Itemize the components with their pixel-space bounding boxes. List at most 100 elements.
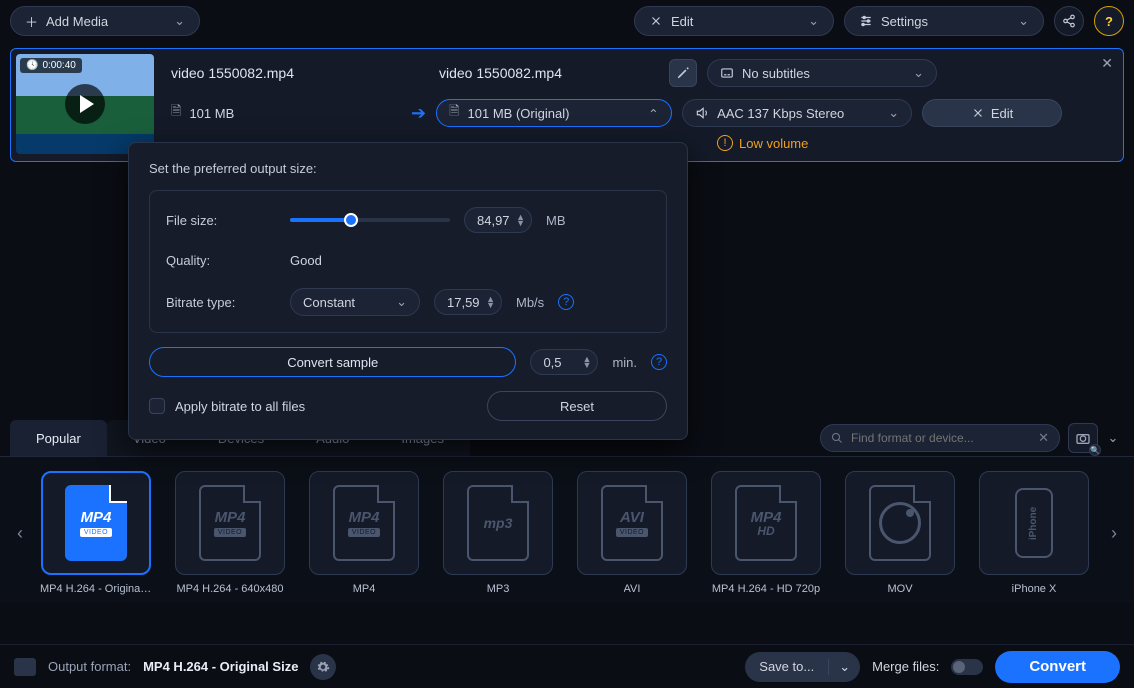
carousel-prev-button[interactable]: ‹ xyxy=(8,523,32,544)
convert-sample-button[interactable]: Convert sample xyxy=(149,347,516,377)
bitrate-input[interactable]: 17,59 ▲▼ xyxy=(434,289,502,315)
chevron-down-icon: ⌄ xyxy=(808,13,819,29)
help-button[interactable]: ? xyxy=(1094,6,1124,36)
format-caption: MP4 xyxy=(353,583,376,595)
arrow-right-icon: ➔ xyxy=(411,103,426,124)
warning-icon: ! xyxy=(717,135,733,151)
merge-files-label: Merge files: xyxy=(872,659,939,674)
format-caption: MP4 H.264 - 640x480 xyxy=(176,583,283,595)
clock-icon: 🕓 xyxy=(26,60,38,71)
sample-duration-input[interactable]: 0,5 ▲▼ xyxy=(530,349,598,375)
format-caption: iPhone X xyxy=(1012,583,1057,595)
format-caption: MP4 H.264 - Original ... xyxy=(40,583,152,595)
format-thumbnail-icon xyxy=(14,658,36,676)
low-volume-warning: ! Low volume xyxy=(717,135,808,151)
reset-button[interactable]: Reset xyxy=(487,391,667,421)
format-card[interactable]: iPhone iPhone X xyxy=(978,471,1090,595)
apply-all-checkbox[interactable] xyxy=(149,398,165,414)
info-icon: ? xyxy=(563,296,569,308)
file-size-input[interactable]: 84,97 ▲▼ xyxy=(464,207,532,233)
target-filename: video 1550082.mp4 xyxy=(439,65,659,81)
output-size-value: 101 MB (Original) xyxy=(468,106,570,121)
file-size-slider[interactable] xyxy=(290,218,450,222)
format-caption: MP3 xyxy=(487,583,510,595)
file-size-label: File size: xyxy=(166,213,276,228)
search-icon: 🔍 xyxy=(1089,444,1101,456)
save-to-dropdown[interactable]: ⌄ xyxy=(828,659,860,675)
share-button[interactable] xyxy=(1054,6,1084,36)
output-size-select[interactable]: 🗎 101 MB (Original) ⌄ xyxy=(436,99,672,127)
quality-value: Good xyxy=(290,253,322,268)
format-search-input[interactable] xyxy=(851,431,1030,445)
clear-search-button[interactable]: ✕ xyxy=(1038,430,1049,446)
chevron-down-icon: ⌄ xyxy=(1108,430,1119,446)
chevron-down-icon: ⌄ xyxy=(174,13,185,29)
save-to-button[interactable]: Save to... ⌄ xyxy=(745,652,860,682)
quicktime-icon xyxy=(879,502,921,544)
collapse-formats-button[interactable]: ⌄ xyxy=(1102,420,1124,456)
settings-menu-label: Settings xyxy=(881,14,928,29)
subtitles-icon xyxy=(720,66,734,80)
plus-icon: ＋ xyxy=(25,12,38,31)
edit-item-button[interactable]: Edit xyxy=(922,99,1062,127)
format-card[interactable]: MP4VIDEO MP4 H.264 - Original ... xyxy=(40,471,152,595)
chevron-down-icon: ⌄ xyxy=(1018,13,1029,29)
format-card[interactable]: MP4HD MP4 H.264 - HD 720p xyxy=(710,471,822,595)
format-card[interactable]: MP4VIDEO MP4 H.264 - 640x480 xyxy=(174,471,286,595)
subtitles-select[interactable]: No subtitles ⌄ xyxy=(707,59,937,87)
add-media-button[interactable]: ＋ Add Media ⌄ xyxy=(10,6,200,36)
settings-menu-button[interactable]: Settings ⌄ xyxy=(844,6,1044,36)
format-caption: MP4 H.264 - HD 720p xyxy=(712,583,820,595)
bitrate-help-button[interactable]: ? xyxy=(558,294,574,310)
stepper-icon[interactable]: ▲▼ xyxy=(486,296,495,308)
tools-icon xyxy=(649,14,663,28)
format-card[interactable]: MP4VIDEO MP4 xyxy=(308,471,420,595)
carousel-next-button[interactable]: › xyxy=(1102,523,1126,544)
detect-device-button[interactable]: 🔍 xyxy=(1068,423,1098,453)
camera-icon xyxy=(1075,430,1091,446)
edit-menu-button[interactable]: Edit ⌄ xyxy=(634,6,834,36)
pencil-icon xyxy=(676,66,690,80)
gear-icon xyxy=(316,660,330,674)
sliders-icon xyxy=(859,14,873,28)
format-caption: AVI xyxy=(624,583,641,595)
add-media-label: Add Media xyxy=(46,14,108,29)
chevron-down-icon: ⌄ xyxy=(396,294,407,310)
format-card[interactable]: AVIVIDEO AVI xyxy=(576,471,688,595)
format-settings-button[interactable] xyxy=(310,654,336,680)
sample-unit: min. xyxy=(612,355,637,370)
chevron-down-icon: ⌄ xyxy=(888,105,899,121)
format-card[interactable]: mp3 MP3 xyxy=(442,471,554,595)
bitrate-type-label: Bitrate type: xyxy=(166,295,276,310)
tab-popular[interactable]: Popular xyxy=(10,420,107,456)
stepper-icon[interactable]: ▲▼ xyxy=(516,214,525,226)
audio-track-select[interactable]: AAC 137 Kbps Stereo ⌄ xyxy=(682,99,912,127)
format-card[interactable]: MOV xyxy=(844,471,956,595)
chevron-down-icon: ⌄ xyxy=(913,65,924,81)
tools-icon xyxy=(971,106,985,120)
remove-item-button[interactable]: ✕ xyxy=(1101,55,1113,72)
source-filename: video 1550082.mp4 xyxy=(171,65,429,81)
edit-menu-label: Edit xyxy=(671,14,693,29)
format-caption: MOV xyxy=(887,583,912,595)
merge-files-toggle[interactable] xyxy=(951,659,983,675)
speaker-icon xyxy=(695,106,709,120)
format-search[interactable]: ✕ xyxy=(820,424,1060,452)
apply-all-label: Apply bitrate to all files xyxy=(175,399,305,414)
quality-label: Quality: xyxy=(166,253,276,268)
bitrate-unit: Mb/s xyxy=(516,295,544,310)
bitrate-type-select[interactable]: Constant ⌄ xyxy=(290,288,420,316)
help-icon: ? xyxy=(1105,14,1113,29)
stepper-icon[interactable]: ▲▼ xyxy=(583,356,592,368)
chevron-up-icon: ⌄ xyxy=(648,105,659,121)
play-icon xyxy=(65,84,105,124)
video-thumbnail[interactable]: 🕓 0:00:40 xyxy=(16,54,154,154)
rename-button[interactable] xyxy=(669,59,697,87)
file-icon: 🗎 xyxy=(449,102,459,124)
phone-icon: iPhone xyxy=(1015,488,1053,558)
chevron-down-icon: ⌄ xyxy=(839,659,850,674)
search-icon xyxy=(831,432,843,444)
convert-button[interactable]: Convert xyxy=(995,651,1120,683)
sample-help-button[interactable]: ? xyxy=(651,354,667,370)
subtitles-value: No subtitles xyxy=(742,66,810,81)
